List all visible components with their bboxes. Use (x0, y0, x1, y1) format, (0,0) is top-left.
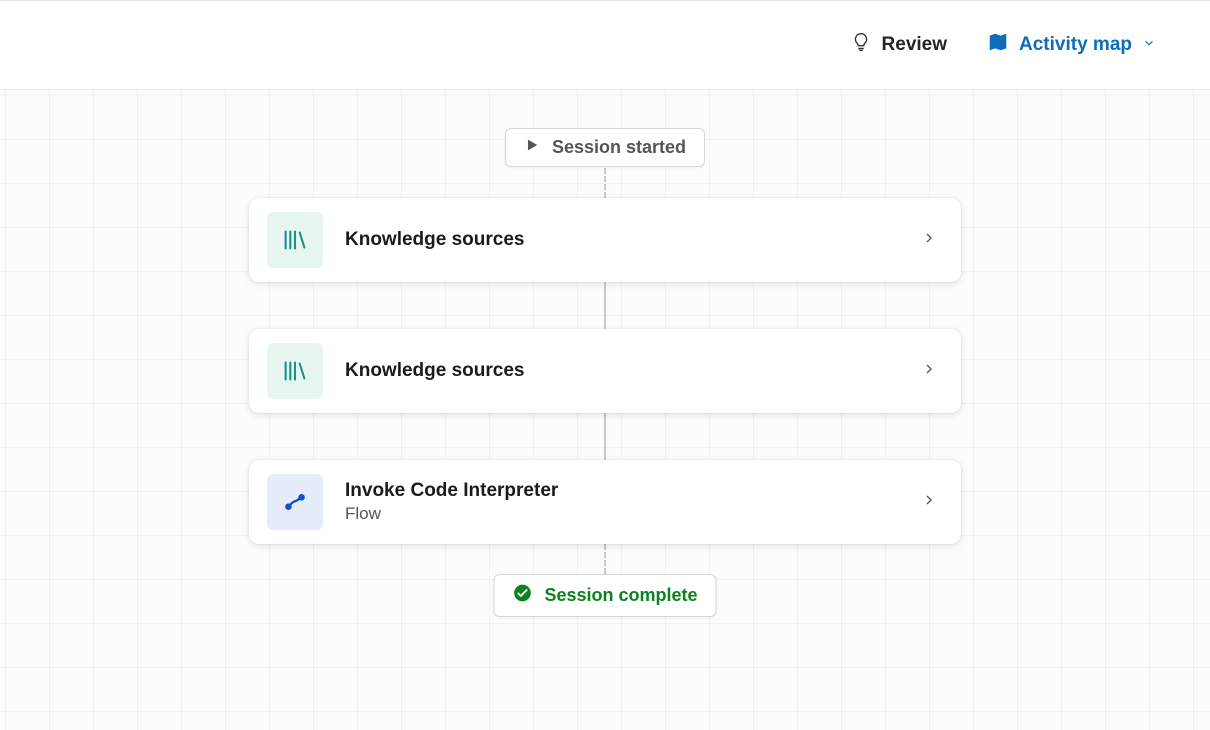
chevron-right-icon (921, 361, 937, 382)
chevron-down-icon (1142, 34, 1156, 56)
connector-line (604, 413, 606, 460)
session-started-pill[interactable]: Session started (505, 128, 705, 167)
activity-map-label: Activity map (1019, 34, 1132, 56)
flow-icon (267, 474, 323, 530)
card-text: Invoke Code Interpreter Flow (345, 478, 899, 527)
connector-line (604, 282, 606, 329)
session-complete-pill[interactable]: Session complete (493, 574, 716, 617)
card-text: Knowledge sources (345, 358, 899, 384)
activity-canvas[interactable]: Session started Knowledge sources Knowle… (0, 90, 1210, 730)
session-complete-label: Session complete (544, 585, 697, 606)
books-icon (267, 212, 323, 268)
card-title: Knowledge sources (345, 227, 899, 253)
activity-map-button[interactable]: Activity map (987, 31, 1156, 59)
activity-card-knowledge-sources[interactable]: Knowledge sources (249, 329, 961, 413)
check-circle-icon (512, 583, 532, 608)
map-icon (987, 31, 1009, 59)
chevron-right-icon (921, 492, 937, 513)
connector-line (604, 168, 606, 198)
session-started-label: Session started (552, 137, 686, 158)
lightbulb-icon (850, 31, 872, 59)
card-text: Knowledge sources (345, 227, 899, 253)
card-title: Invoke Code Interpreter (345, 478, 899, 504)
books-icon (267, 343, 323, 399)
activity-card-invoke-code-interpreter[interactable]: Invoke Code Interpreter Flow (249, 460, 961, 544)
card-subtitle: Flow (345, 503, 899, 526)
connector-line (604, 544, 606, 574)
header-bar: Review Activity map (0, 0, 1210, 90)
chevron-right-icon (921, 230, 937, 251)
card-title: Knowledge sources (345, 358, 899, 384)
activity-card-knowledge-sources[interactable]: Knowledge sources (249, 198, 961, 282)
play-icon (524, 137, 540, 158)
review-button[interactable]: Review (850, 31, 947, 59)
review-label: Review (882, 34, 947, 56)
